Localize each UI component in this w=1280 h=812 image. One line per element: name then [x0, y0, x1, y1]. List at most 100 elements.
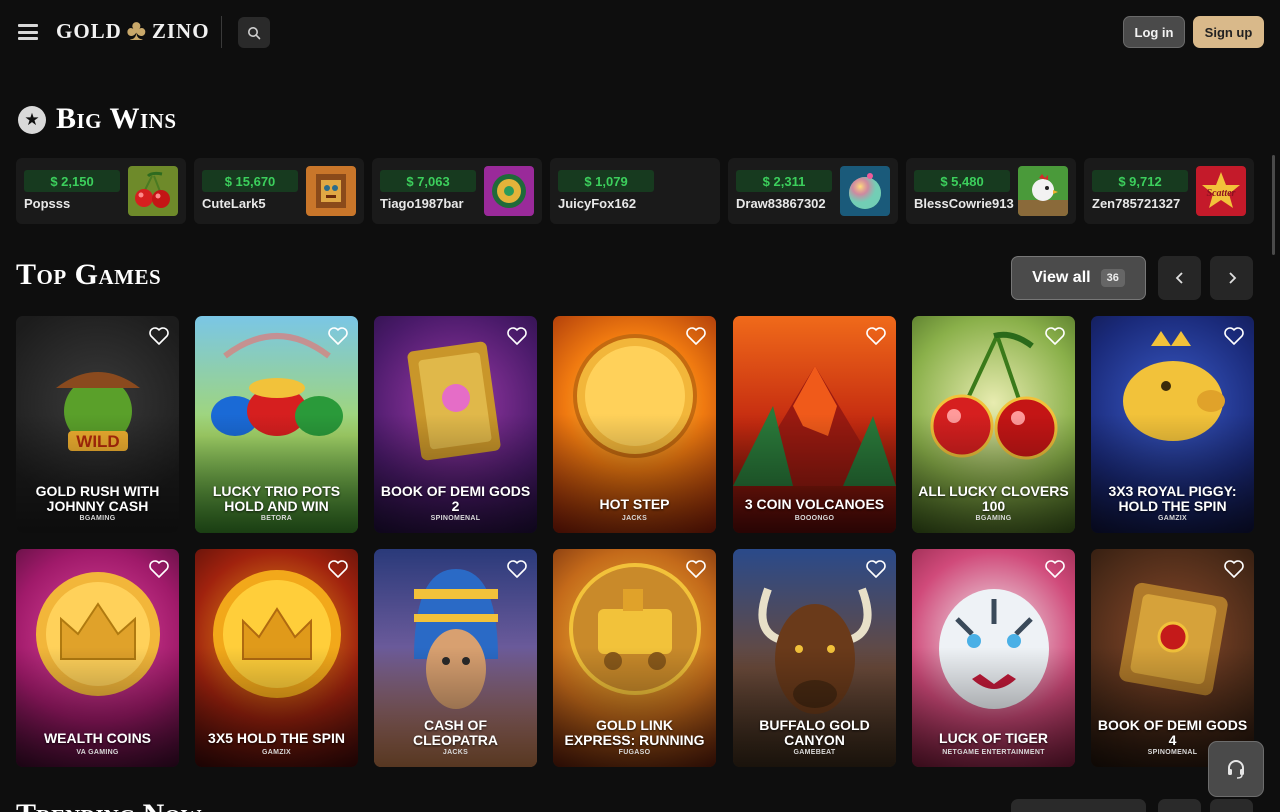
view-all-label: View all: [1032, 269, 1091, 286]
game-provider: GAMZIX: [261, 749, 292, 756]
game-tile[interactable]: Buffalo Gold Canyon GAMEBEAT: [733, 549, 896, 767]
game-title: Hot Step: [599, 496, 670, 512]
game-tile[interactable]: Luck of Tiger NETGAME ENTERTAINMENT: [912, 549, 1075, 767]
next-next-button[interactable]: [1210, 799, 1253, 812]
game-tile[interactable]: Gold Link Express: Running FUGASO: [553, 549, 716, 767]
win-game-thumbnail[interactable]: [128, 166, 178, 216]
logo[interactable]: GOLD ♣ ZINO: [56, 14, 210, 48]
win-username: JuicyFox162: [558, 196, 637, 211]
favorite-heart-icon[interactable]: [685, 559, 707, 579]
signup-button[interactable]: Sign up: [1193, 16, 1264, 48]
favorite-heart-icon[interactable]: [327, 559, 349, 579]
win-amount: $ 7,063: [380, 170, 476, 192]
logo-text-left: GOLD: [56, 18, 122, 43]
win-amount: $ 9,712: [1092, 170, 1188, 192]
game-tile[interactable]: 3x3 Royal Piggy: Hold the Spin GAMZIX: [1091, 316, 1254, 533]
favorite-heart-icon[interactable]: [506, 326, 528, 346]
next-section-title: Trending Now: [16, 798, 202, 812]
game-provider: GAMZIX: [1157, 515, 1188, 522]
favorite-heart-icon[interactable]: [685, 326, 707, 346]
club-icon: ♣: [126, 14, 148, 47]
app: GOLD ♣ ZINO Log in Sign up ★ Big Wins $ …: [0, 0, 1280, 812]
favorite-heart-icon[interactable]: [1223, 326, 1245, 346]
game-provider: GAMEBEAT: [793, 749, 836, 756]
win-game-thumbnail[interactable]: [1018, 166, 1068, 216]
search-icon: [248, 26, 261, 39]
win-amount: $ 2,150: [24, 170, 120, 192]
favorite-heart-icon[interactable]: [1044, 559, 1066, 579]
game-title: Gold Link Express: Running: [564, 717, 705, 748]
svg-text:Scatter: Scatter: [1207, 188, 1236, 199]
game-title: Wealth Coins: [43, 730, 152, 746]
game-tile[interactable]: Book of Demi Gods 4 SPINOMENAL: [1091, 549, 1254, 767]
game-provider: SPINOMENAL: [430, 515, 481, 522]
favorite-heart-icon[interactable]: [865, 326, 887, 346]
game-provider: NETGAME ENTERTAINMENT: [942, 749, 1045, 756]
win-amount: $ 2,311: [736, 170, 832, 192]
favorite-heart-icon[interactable]: [1044, 326, 1066, 346]
win-username: Draw83867302: [736, 196, 826, 211]
game-provider: BETORA: [260, 515, 293, 522]
win-amount: $ 1,079: [558, 170, 654, 192]
game-title: Lucky Trio Pots Hold and Win: [212, 483, 341, 514]
game-title: Book of Demi Gods 2: [380, 483, 531, 514]
favorite-heart-icon[interactable]: [506, 559, 528, 579]
win-game-thumbnail[interactable]: Scatter: [1196, 166, 1246, 216]
game-title: All Lucky Clovers 100: [918, 483, 1069, 514]
game-tile[interactable]: 3 Coin Volcanoes BOOONGO: [733, 316, 896, 533]
win-game-thumbnail[interactable]: [306, 166, 356, 216]
game-tile[interactable]: WILDGold Rush with Johnny CashBGAMING: [16, 316, 179, 533]
win-game-thumbnail[interactable]: [484, 166, 534, 216]
win-username: Popsss: [24, 196, 71, 211]
favorite-heart-icon[interactable]: [148, 326, 170, 346]
favorite-heart-icon[interactable]: [148, 559, 170, 579]
support-button[interactable]: [1208, 741, 1264, 797]
game-title: Buffalo Gold Canyon: [759, 717, 870, 748]
prev-button[interactable]: [1158, 256, 1201, 300]
game-tile[interactable]: Wealth Coins VA GAMING: [16, 549, 179, 767]
game-tile[interactable]: Cash of Cleopatra JACKS: [374, 549, 537, 767]
favorite-heart-icon[interactable]: [327, 326, 349, 346]
menu-icon[interactable]: [18, 24, 38, 40]
win-amount: $ 15,670: [202, 170, 298, 192]
big-win-card[interactable]: $ 2,150 Popsss: [16, 158, 186, 224]
next-button[interactable]: [1210, 256, 1253, 300]
star-icon: ★: [18, 106, 46, 134]
game-tile[interactable]: 3x5 Hold the Spin GAMZIX: [195, 549, 358, 767]
win-username: CuteLark5: [202, 196, 266, 211]
logo-text-right: ZINO: [151, 18, 210, 43]
big-win-card[interactable]: $ 7,063 Tiago1987bar: [372, 158, 542, 224]
favorite-heart-icon[interactable]: [865, 559, 887, 579]
game-tile[interactable]: Hot Step JACKS: [553, 316, 716, 533]
top-games-title: Top Games: [16, 258, 162, 291]
game-provider: BOOONGO: [794, 515, 835, 522]
big-win-card[interactable]: $ 9,712 Zen785721327 Scatter: [1084, 158, 1254, 224]
view-all-count: 36: [1100, 269, 1125, 287]
search-button[interactable]: [238, 17, 270, 48]
game-tile[interactable]: All Lucky Clovers 100 BGAMING: [912, 316, 1075, 533]
chevron-left-icon: [1175, 272, 1183, 284]
game-provider: VA GAMING: [76, 749, 119, 756]
favorite-heart-icon[interactable]: [1223, 559, 1245, 579]
big-win-card[interactable]: $ 2,311 Draw83867302: [728, 158, 898, 224]
game-tile[interactable]: Lucky Trio Pots Hold and Win BETORA: [195, 316, 358, 533]
game-provider: JACKS: [621, 515, 648, 522]
big-win-card[interactable]: $ 1,079 JuicyFox162: [550, 158, 720, 224]
win-game-thumbnail[interactable]: [840, 166, 890, 216]
win-username: BlessCowrie913: [914, 196, 1014, 211]
game-tile[interactable]: Book of Demi Gods 2 SPINOMENAL: [374, 316, 537, 533]
win-username: Tiago1987bar: [380, 196, 464, 211]
next-prev-button[interactable]: [1158, 799, 1201, 812]
win-amount: $ 5,480: [914, 170, 1010, 192]
big-win-card[interactable]: $ 5,480 BlessCowrie913: [906, 158, 1076, 224]
next-view-all-button[interactable]: [1011, 799, 1146, 812]
big-win-card[interactable]: $ 15,670 CuteLark5: [194, 158, 364, 224]
game-provider: BGAMING: [975, 515, 1012, 522]
headset-icon: [1228, 760, 1244, 779]
game-title: Gold Rush with Johnny Cash: [35, 483, 160, 514]
scrollbar[interactable]: [1272, 155, 1275, 255]
game-provider: JACKS: [442, 749, 469, 756]
game-provider: BGAMING: [79, 515, 116, 522]
view-all-button[interactable]: View all 36: [1011, 256, 1146, 300]
login-button[interactable]: Log in: [1123, 16, 1185, 48]
